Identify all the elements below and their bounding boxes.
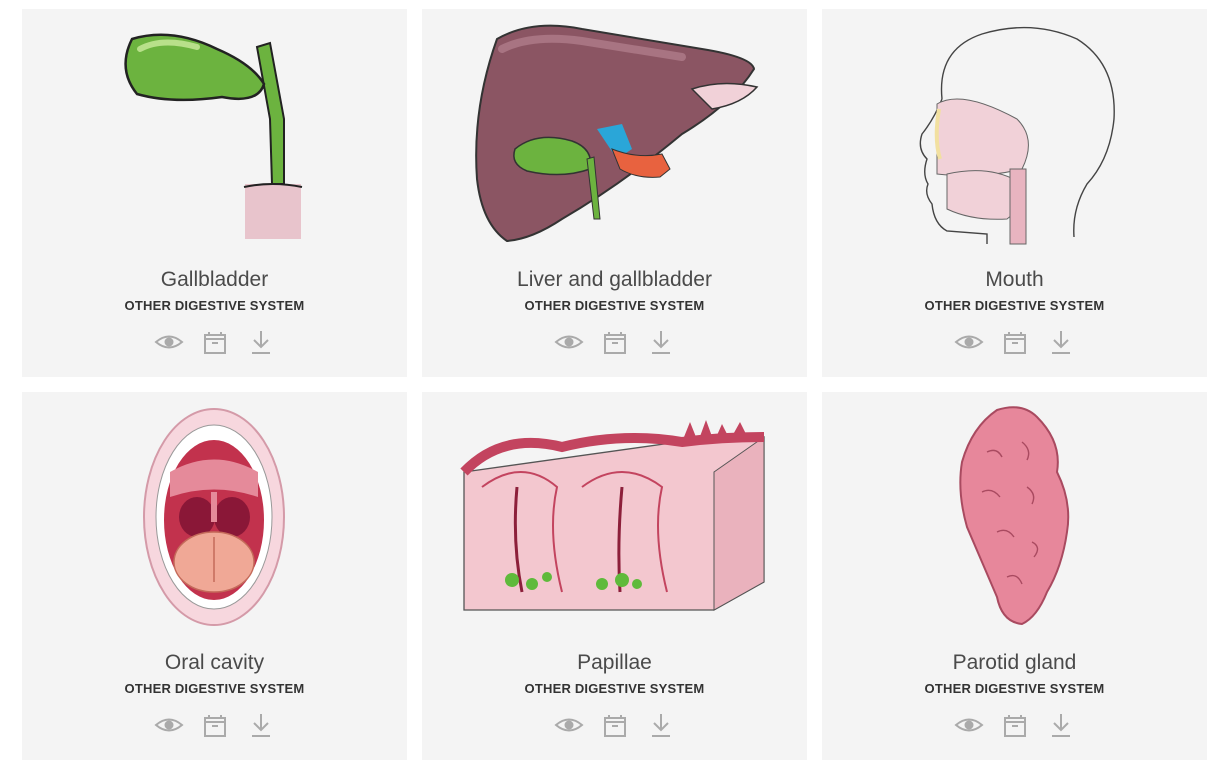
download-icon[interactable]	[246, 710, 276, 740]
papillae-illustration[interactable]	[422, 392, 807, 637]
download-icon[interactable]	[1046, 327, 1076, 357]
card-actions	[422, 327, 807, 357]
card-actions	[422, 710, 807, 740]
box-icon[interactable]	[200, 710, 230, 740]
card-gallbladder[interactable]: Gallbladder OTHER DIGESTIVE SYSTEM	[22, 9, 407, 377]
card-category: OTHER DIGESTIVE SYSTEM	[924, 681, 1105, 696]
eye-icon[interactable]	[953, 327, 984, 357]
eye-icon[interactable]	[553, 710, 584, 740]
box-icon[interactable]	[600, 710, 630, 740]
box-icon[interactable]	[600, 327, 630, 357]
illustration-grid: Gallbladder OTHER DIGESTIVE SYSTEM Liver…	[22, 9, 1207, 760]
card-parotid-gland[interactable]: Parotid gland OTHER DIGESTIVE SYSTEM	[822, 392, 1207, 760]
card-title[interactable]: Mouth	[822, 268, 1207, 292]
download-icon[interactable]	[646, 710, 676, 740]
liver-illustration[interactable]	[422, 9, 807, 254]
card-actions	[822, 710, 1207, 740]
card-category: OTHER DIGESTIVE SYSTEM	[924, 298, 1105, 313]
eye-icon[interactable]	[153, 327, 184, 357]
card-actions	[22, 327, 407, 357]
box-icon[interactable]	[1000, 710, 1030, 740]
download-icon[interactable]	[1046, 710, 1076, 740]
head-profile-illustration[interactable]	[822, 9, 1207, 254]
card-liver-and-gallbladder[interactable]: Liver and gallbladder OTHER DIGESTIVE SY…	[422, 9, 807, 377]
card-category: OTHER DIGESTIVE SYSTEM	[524, 298, 705, 313]
card-title[interactable]: Parotid gland	[822, 651, 1207, 675]
parotid-gland-illustration[interactable]	[822, 392, 1207, 637]
eye-icon[interactable]	[953, 710, 984, 740]
box-icon[interactable]	[200, 327, 230, 357]
download-icon[interactable]	[646, 327, 676, 357]
card-title[interactable]: Oral cavity	[22, 651, 407, 675]
gallbladder-illustration[interactable]	[22, 9, 407, 254]
card-category: OTHER DIGESTIVE SYSTEM	[124, 681, 305, 696]
card-papillae[interactable]: Papillae OTHER DIGESTIVE SYSTEM	[422, 392, 807, 760]
card-title[interactable]: Liver and gallbladder	[422, 268, 807, 292]
card-title[interactable]: Gallbladder	[22, 268, 407, 292]
card-actions	[22, 710, 407, 740]
open-mouth-illustration[interactable]	[22, 392, 407, 637]
card-mouth[interactable]: Mouth OTHER DIGESTIVE SYSTEM	[822, 9, 1207, 377]
card-actions	[822, 327, 1207, 357]
eye-icon[interactable]	[153, 710, 184, 740]
box-icon[interactable]	[1000, 327, 1030, 357]
card-category: OTHER DIGESTIVE SYSTEM	[524, 681, 705, 696]
card-oral-cavity[interactable]: Oral cavity OTHER DIGESTIVE SYSTEM	[22, 392, 407, 760]
eye-icon[interactable]	[553, 327, 584, 357]
download-icon[interactable]	[246, 327, 276, 357]
card-title[interactable]: Papillae	[422, 651, 807, 675]
card-category: OTHER DIGESTIVE SYSTEM	[124, 298, 305, 313]
